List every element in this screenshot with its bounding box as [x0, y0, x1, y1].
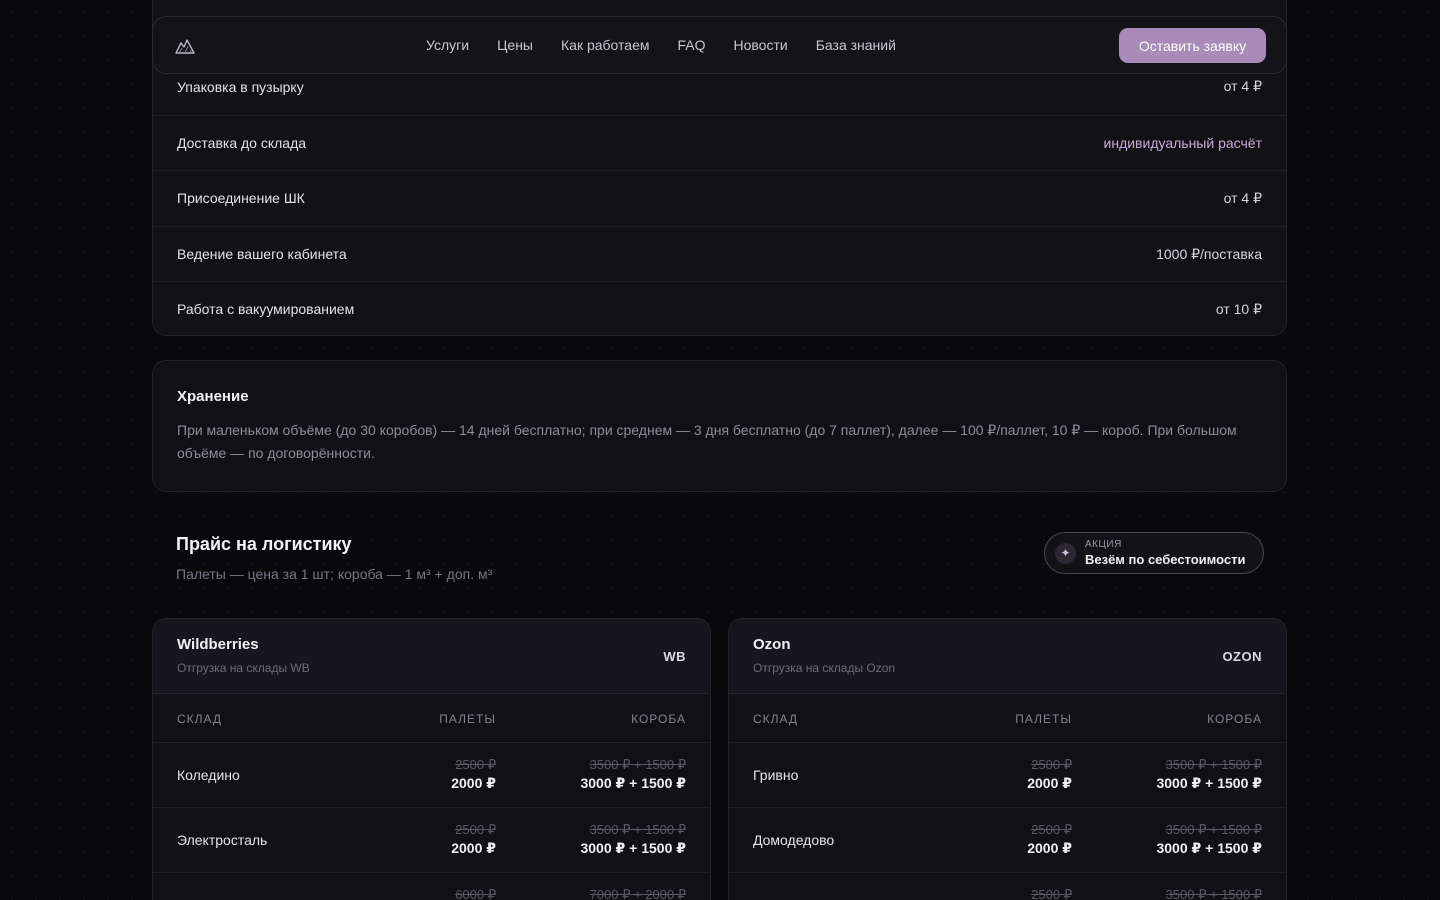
marketplace-name: Ozon [753, 636, 791, 653]
pallet-price: 2500 ₽ 2000 ₽ [451, 757, 496, 793]
card-header: Wildberries Отгрузка на склады WB WB [153, 619, 710, 694]
navbar: Услуги Цены Как работаем FAQ Новости Баз… [152, 16, 1287, 74]
service-price: индивидуальный расчёт [1103, 135, 1262, 151]
box-price: 3500 ₽ + 1500 ₽ [1166, 887, 1262, 900]
leave-request-button[interactable]: Оставить заявку [1119, 28, 1266, 63]
old-price: 2500 ₽ [1031, 887, 1072, 900]
old-price: 2500 ₽ [1031, 822, 1072, 837]
new-price: 2000 ₽ [451, 775, 496, 791]
service-row: Присоединение ШК от 4 ₽ [153, 170, 1286, 225]
warehouse-name: Домодедово [753, 832, 835, 848]
nav-links: Услуги Цены Как работаем FAQ Новости Баз… [426, 17, 924, 73]
sparkle-icon: ✦ [1055, 543, 1076, 564]
card-header: Ozon Отгрузка на склады Ozon OZON [729, 619, 1286, 694]
storage-card: Хранение При маленьком объёме (до 30 кор… [152, 360, 1287, 492]
service-name: Упаковка в пузырку [177, 78, 304, 95]
page: Упаковка в пузырку от 4 ₽ Доставка до ск… [0, 0, 1440, 900]
new-price: 2000 ₽ [1027, 840, 1072, 856]
pallet-price: 2500 ₽ [1031, 887, 1072, 900]
service-price: 1000 ₽/поставка [1156, 245, 1262, 262]
table-row: 2500 ₽ 3500 ₽ + 1500 ₽ [729, 872, 1286, 900]
service-name: Работа с вакуумированием [177, 301, 355, 317]
column-header-warehouse: СКЛАД [753, 712, 799, 726]
old-price: 6000 ₽ [455, 887, 496, 900]
storage-title: Хранение [177, 388, 249, 405]
logistics-title: Прайс на логистику [176, 534, 352, 554]
column-header-pallets: ПАЛЕТЫ [1015, 712, 1072, 726]
column-header-boxes: КОРОБА [631, 712, 686, 726]
warehouse-name: Электросталь [177, 832, 268, 848]
marketplace-subtitle: Отгрузка на склады Ozon [753, 661, 896, 675]
old-price: 3500 ₽ + 1500 ₽ [589, 822, 686, 837]
old-price: 2500 ₽ [455, 822, 496, 837]
table-row: 6000 ₽ 7000 ₽ + 2000 ₽ [153, 872, 710, 900]
promo-text: Везём по себестоимости [1085, 552, 1246, 567]
storage-text: При маленьком объёме (до 30 коробов) — 1… [177, 422, 1237, 461]
warehouse-name: Гривно [753, 767, 799, 783]
new-price: 3000 ₽ + 1500 ₽ [580, 775, 686, 791]
service-name: Присоединение ШК [177, 190, 305, 206]
column-header-warehouse: СКЛАД [177, 712, 223, 726]
logistics-subtitle: Палеты — цена за 1 шт; короба — 1 м³ + д… [176, 566, 493, 582]
warehouse-name: Коледино [177, 767, 240, 783]
nav-link-knowledge-base[interactable]: База знаний [816, 37, 896, 53]
new-price: 2000 ₽ [451, 840, 496, 856]
table-row: Электросталь 2500 ₽ 2000 ₽ 3500 ₽ + 1500… [153, 807, 710, 872]
old-price: 2500 ₽ [455, 757, 496, 772]
old-price: 3500 ₽ + 1500 ₽ [1165, 757, 1262, 772]
box-price: 3500 ₽ + 1500 ₽ 3000 ₽ + 1500 ₽ [580, 822, 686, 858]
marketplace-name: Wildberries [177, 636, 259, 653]
old-price: 2500 ₽ [1031, 757, 1072, 772]
box-price: 3500 ₽ + 1500 ₽ 3000 ₽ + 1500 ₽ [1156, 757, 1262, 793]
promo-kicker: АКЦИЯ [1085, 539, 1122, 550]
pallet-price: 2500 ₽ 2000 ₽ [1027, 757, 1072, 793]
column-header-boxes: КОРОБА [1207, 712, 1262, 726]
new-price: 3000 ₽ + 1500 ₽ [1156, 840, 1262, 856]
service-price: от 4 ₽ [1223, 189, 1262, 206]
new-price: 3000 ₽ + 1500 ₽ [580, 840, 686, 856]
new-price: 2000 ₽ [1027, 775, 1072, 791]
marketplace-code: OZON [1222, 649, 1262, 664]
service-name: Доставка до склада [177, 135, 307, 151]
nav-link-prices[interactable]: Цены [497, 37, 533, 53]
logo-icon[interactable] [173, 34, 197, 58]
box-price: 7000 ₽ + 2000 ₽ [590, 887, 686, 900]
service-price: от 4 ₽ [1223, 78, 1262, 94]
promo-badge[interactable]: ✦ АКЦИЯ Везём по себестоимости [1044, 532, 1264, 574]
pallet-price: 2500 ₽ 2000 ₽ [1027, 822, 1072, 858]
table-row: Домодедово 2500 ₽ 2000 ₽ 3500 ₽ + 1500 ₽… [729, 807, 1286, 872]
pallet-price: 6000 ₽ [455, 887, 496, 900]
old-price: 7000 ₽ + 2000 ₽ [589, 887, 686, 900]
old-price: 3500 ₽ + 1500 ₽ [1165, 822, 1262, 837]
column-header-pallets: ПАЛЕТЫ [439, 712, 496, 726]
box-price: 3500 ₽ + 1500 ₽ 3000 ₽ + 1500 ₽ [1156, 822, 1262, 858]
box-price: 3500 ₽ + 1500 ₽ 3000 ₽ + 1500 ₽ [580, 757, 686, 793]
nav-link-how-we-work[interactable]: Как работаем [561, 37, 649, 53]
nav-link-faq[interactable]: FAQ [677, 37, 705, 53]
wildberries-card: Wildberries Отгрузка на склады WB WB СКЛ… [152, 618, 711, 900]
table-row: Гривно 2500 ₽ 2000 ₽ 3500 ₽ + 1500 ₽ 300… [729, 742, 1286, 807]
ozon-card: Ozon Отгрузка на склады Ozon OZON СКЛАД … [728, 618, 1287, 900]
table-row: Коледино 2500 ₽ 2000 ₽ 3500 ₽ + 1500 ₽ 3… [153, 742, 710, 807]
nav-link-services[interactable]: Услуги [426, 37, 469, 53]
nav-link-news[interactable]: Новости [734, 37, 788, 53]
service-name: Ведение вашего кабинета [177, 246, 347, 262]
new-price: 3000 ₽ + 1500 ₽ [1156, 775, 1262, 791]
pallet-price: 2500 ₽ 2000 ₽ [451, 822, 496, 858]
old-price: 3500 ₽ + 1500 ₽ [1165, 887, 1262, 900]
service-row: Доставка до склада индивидуальный расчёт [153, 115, 1286, 170]
service-price: от 10 ₽ [1215, 300, 1262, 317]
service-row: Ведение вашего кабинета 1000 ₽/поставка [153, 226, 1286, 281]
marketplace-code: WB [663, 649, 686, 664]
service-row: Работа с вакуумированием от 10 ₽ [153, 281, 1286, 336]
old-price: 3500 ₽ + 1500 ₽ [589, 757, 686, 772]
marketplace-subtitle: Отгрузка на склады WB [177, 661, 310, 675]
